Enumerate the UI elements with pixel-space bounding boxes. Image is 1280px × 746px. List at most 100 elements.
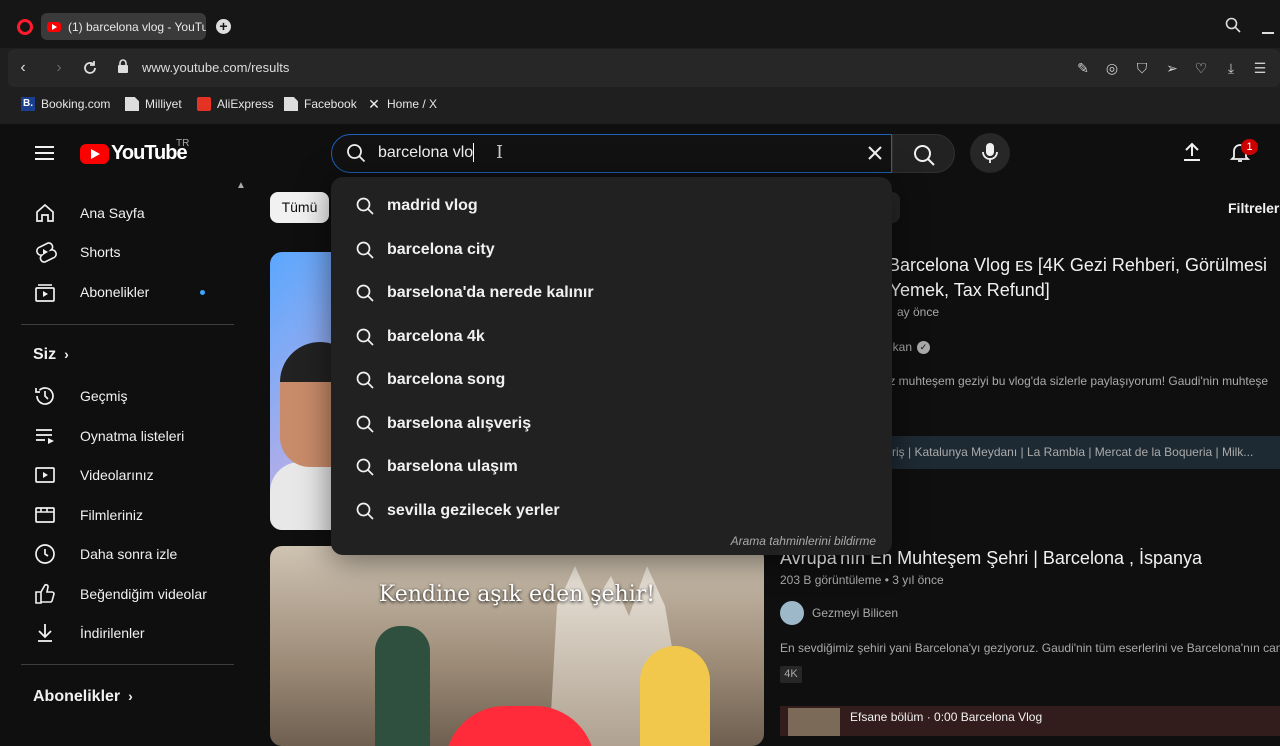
easy-setup-icon[interactable]: ☰: [1251, 59, 1269, 77]
shield-icon[interactable]: ⛉: [1133, 59, 1151, 77]
channel-name[interactable]: Gezmeyi Bilicen: [780, 601, 898, 625]
lock-icon[interactable]: [117, 59, 129, 73]
suggestion-item[interactable]: barcelona city: [331, 230, 892, 270]
verified-icon: ✓: [917, 340, 931, 354]
opera-logo-icon[interactable]: [17, 19, 33, 35]
sidebar-item-watch-later[interactable]: Daha sonra izle: [0, 534, 240, 574]
edit-icon[interactable]: ✎: [1074, 59, 1092, 77]
channel-label: lkan: [890, 340, 913, 354]
search-button[interactable]: [892, 134, 955, 173]
bookmark-facebook[interactable]: Facebook: [284, 97, 357, 111]
video-title[interactable]: ir: Barcelona Vlog ᴇs [4K Gezi Rehberi, …: [868, 253, 1267, 278]
sidebar-divider: [21, 664, 234, 665]
search-icon: [356, 415, 374, 433]
scroll-up-icon[interactable]: ▲: [236, 180, 246, 191]
x-icon: ✕: [368, 96, 380, 112]
video-thumbnail[interactable]: Kendine aşık eden şehir!: [270, 546, 764, 746]
aliexpress-icon: [197, 97, 211, 111]
video-meta: ay önce: [897, 305, 940, 319]
snapshot-icon[interactable]: ◎: [1103, 59, 1121, 77]
channel-name[interactable]: lkan ✓: [890, 340, 931, 354]
playlists-icon: [36, 429, 54, 444]
forward-icon[interactable]: ›: [50, 59, 68, 77]
avatar[interactable]: [780, 601, 804, 625]
youtube-favicon-icon: [47, 21, 61, 32]
suggestion-item[interactable]: madrid vlog: [331, 186, 892, 226]
video-title-line2[interactable]: r, Yemek, Tax Refund]: [875, 278, 1050, 303]
search-icon: [356, 458, 374, 476]
suggestion-item[interactable]: barselona alışveriş: [331, 404, 892, 444]
suggestion-item[interactable]: barselona ulaşım: [331, 447, 892, 487]
suggestion-item[interactable]: sevilla gezilecek yerler: [331, 491, 892, 531]
downloads-icon: [38, 624, 52, 642]
sidebar-you-header[interactable]: Siz ›: [33, 346, 69, 364]
sidebar-item-downloads[interactable]: İndirilenler: [0, 613, 240, 653]
search-icon: [914, 145, 935, 166]
tab-title: (1) barcelona vlog - YouTube: [68, 19, 206, 34]
chapter-preview[interactable]: Efsane bölüm · 0:00 Barcelona Vlog: [780, 706, 1280, 736]
clear-search-icon[interactable]: [865, 143, 885, 163]
suggestion-label: sevilla gezilecek yerler: [387, 502, 560, 519]
liked-icon: [35, 583, 55, 604]
chapter-text: Efsane bölüm · 0:00 Barcelona Vlog: [850, 710, 1043, 724]
sidebar-header-label: Abonelikler: [33, 688, 121, 705]
suggestion-label: barselona alışveriş: [387, 415, 532, 432]
youtube-logo[interactable]: YouTube TR: [80, 138, 189, 165]
channel-label: Gezmeyi Bilicen: [812, 606, 899, 620]
bookmark-x[interactable]: ✕ Home / X: [367, 97, 437, 111]
sidebar-item-label: Videolarınız: [80, 467, 154, 483]
sidebar-item-label: Oynatma listeleri: [80, 428, 185, 444]
chip-all[interactable]: Tümü: [270, 192, 329, 223]
tab-search-icon[interactable]: [1225, 17, 1241, 33]
history-icon: [35, 387, 54, 405]
sidebar-item-your-videos[interactable]: Videolarınız: [0, 455, 240, 495]
menu-icon[interactable]: [35, 146, 54, 161]
back-icon[interactable]: ‹: [14, 59, 32, 77]
sidebar-item-history[interactable]: Geçmiş: [0, 376, 240, 416]
search-icon: [356, 502, 374, 520]
sidebar-item-label: Geçmiş: [80, 388, 128, 404]
minimize-button[interactable]: [1262, 32, 1274, 34]
sidebar-item-home[interactable]: Ana Sayfa: [0, 193, 240, 233]
suggestion-item[interactable]: barcelona 4k: [331, 317, 892, 357]
page-icon: [284, 97, 298, 111]
download-icon[interactable]: ⤓: [1222, 59, 1240, 77]
sidebar-subscriptions-header[interactable]: Abonelikler ›: [33, 688, 133, 706]
reload-icon[interactable]: [81, 59, 99, 77]
send-icon[interactable]: ➢: [1163, 59, 1181, 77]
bookmark-booking[interactable]: B. Booking.com: [21, 97, 110, 111]
search-icon: [347, 144, 366, 163]
search-icon: [356, 284, 374, 302]
youtube-play-icon: [80, 143, 109, 164]
watch-later-icon: [35, 544, 55, 564]
browser-tab[interactable]: (1) barcelona vlog - YouTube: [41, 13, 206, 40]
ibeam-cursor-icon: I: [496, 142, 504, 163]
suggestion-label: barcelona city: [387, 241, 495, 258]
sidebar-item-shorts[interactable]: Shorts: [0, 232, 240, 272]
sidebar-item-movies[interactable]: Filmleriniz: [0, 495, 240, 535]
sidebar-item-label: Abonelikler: [80, 284, 150, 300]
bookmark-aliexpress[interactable]: AliExpress: [197, 97, 274, 111]
sidebar-item-label: Beğendiğim videolar: [80, 586, 207, 602]
url-field[interactable]: www.youtube.com/results: [142, 60, 289, 75]
suggestion-label: barselona'da nerede kalınır: [387, 284, 594, 301]
new-tab-button[interactable]: +: [216, 19, 231, 34]
chapter-thumbnail: [788, 708, 840, 736]
suggestion-item[interactable]: barselona'da nerede kalınır: [331, 273, 892, 313]
suggestion-item[interactable]: barcelona song: [331, 360, 892, 400]
report-predictions-link[interactable]: Arama tahminlerini bildirme: [731, 534, 876, 548]
bookmark-label: AliExpress: [217, 97, 274, 111]
voice-search-button[interactable]: [970, 133, 1010, 173]
shorts-icon: [36, 242, 57, 263]
sidebar-item-subscriptions[interactable]: Abonelikler: [0, 272, 240, 312]
filters-button[interactable]: Filtreler: [1228, 200, 1279, 216]
search-suggestions-dropdown: madrid vlog barcelona city barselona'da …: [331, 177, 892, 555]
sidebar-item-liked[interactable]: Beğendiğim videolar: [0, 574, 240, 614]
chapters-bar[interactable]: mGiriş | Katalunya Meydanı | La Rambla |…: [860, 436, 1280, 469]
sidebar-item-playlists[interactable]: Oynatma listeleri: [0, 416, 240, 456]
search-query[interactable]: barcelona vlo: [378, 144, 473, 162]
upload-icon[interactable]: [1180, 140, 1204, 164]
heart-icon[interactable]: ♡: [1192, 59, 1210, 77]
bookmark-milliyet[interactable]: Milliyet: [125, 97, 182, 111]
booking-icon: B.: [21, 97, 35, 111]
